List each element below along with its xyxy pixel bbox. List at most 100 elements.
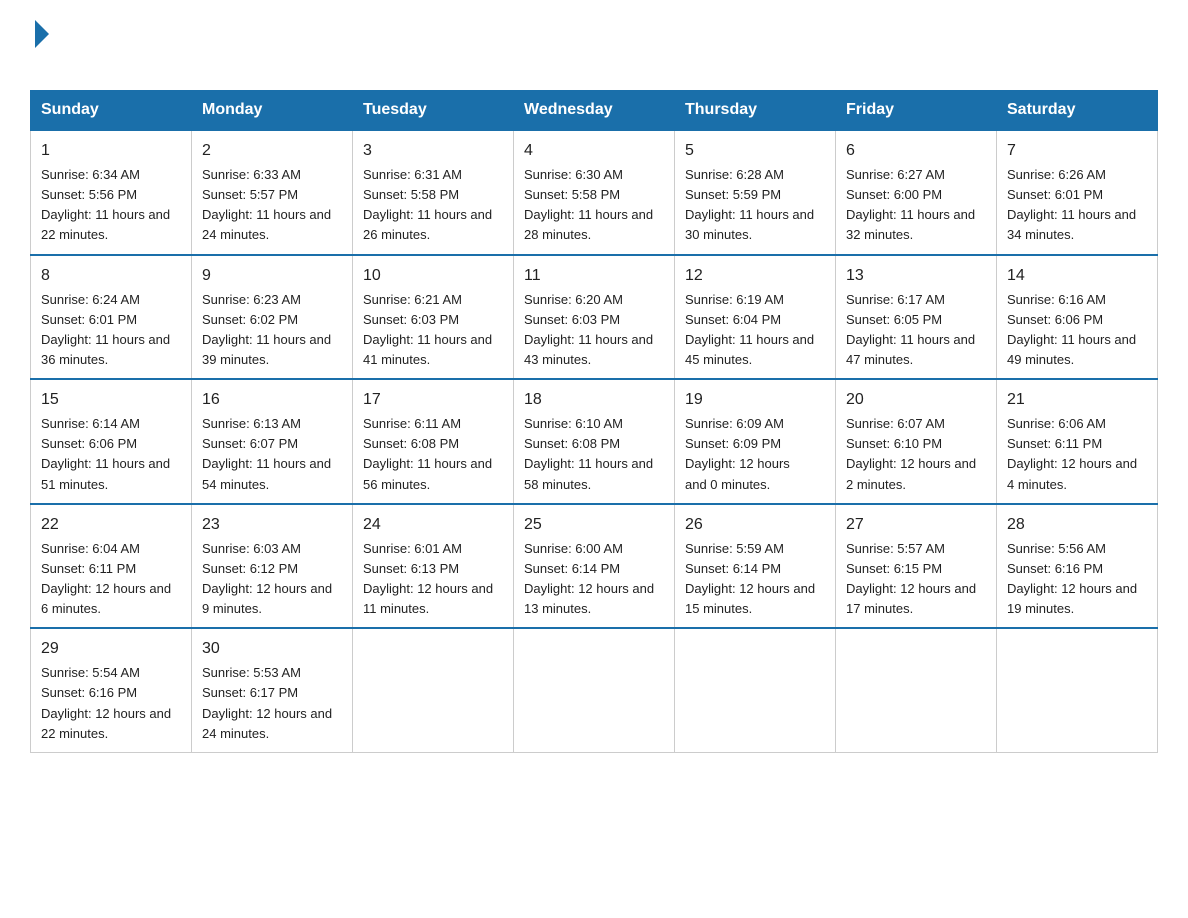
day-number: 28: [1007, 513, 1147, 537]
day-info: Sunrise: 5:59 AMSunset: 6:14 PMDaylight:…: [685, 539, 825, 620]
day-number: 17: [363, 388, 503, 412]
calendar-cell: [836, 628, 997, 752]
day-of-week-header: Wednesday: [514, 91, 675, 131]
week-row: 29Sunrise: 5:54 AMSunset: 6:16 PMDayligh…: [31, 628, 1158, 752]
calendar-cell: 2Sunrise: 6:33 AMSunset: 5:57 PMDaylight…: [192, 130, 353, 255]
day-info: Sunrise: 6:10 AMSunset: 6:08 PMDaylight:…: [524, 414, 664, 495]
calendar-cell: 25Sunrise: 6:00 AMSunset: 6:14 PMDayligh…: [514, 504, 675, 629]
day-of-week-header: Sunday: [31, 91, 192, 131]
day-info: Sunrise: 5:57 AMSunset: 6:15 PMDaylight:…: [846, 539, 986, 620]
day-info: Sunrise: 6:26 AMSunset: 6:01 PMDaylight:…: [1007, 165, 1147, 246]
week-row: 15Sunrise: 6:14 AMSunset: 6:06 PMDayligh…: [31, 379, 1158, 504]
day-info: Sunrise: 5:53 AMSunset: 6:17 PMDaylight:…: [202, 663, 342, 744]
day-number: 15: [41, 388, 181, 412]
day-info: Sunrise: 6:33 AMSunset: 5:57 PMDaylight:…: [202, 165, 342, 246]
logo-arrow-icon: [35, 20, 49, 48]
calendar-cell: 15Sunrise: 6:14 AMSunset: 6:06 PMDayligh…: [31, 379, 192, 504]
day-info: Sunrise: 6:24 AMSunset: 6:01 PMDaylight:…: [41, 290, 181, 371]
calendar-cell: 19Sunrise: 6:09 AMSunset: 6:09 PMDayligh…: [675, 379, 836, 504]
day-number: 20: [846, 388, 986, 412]
day-info: Sunrise: 6:16 AMSunset: 6:06 PMDaylight:…: [1007, 290, 1147, 371]
day-number: 18: [524, 388, 664, 412]
calendar-cell: 6Sunrise: 6:27 AMSunset: 6:00 PMDaylight…: [836, 130, 997, 255]
day-of-week-header: Saturday: [997, 91, 1158, 131]
week-row: 22Sunrise: 6:04 AMSunset: 6:11 PMDayligh…: [31, 504, 1158, 629]
page-header: [30, 20, 1158, 80]
week-row: 1Sunrise: 6:34 AMSunset: 5:56 PMDaylight…: [31, 130, 1158, 255]
calendar-cell: 18Sunrise: 6:10 AMSunset: 6:08 PMDayligh…: [514, 379, 675, 504]
calendar-cell: 30Sunrise: 5:53 AMSunset: 6:17 PMDayligh…: [192, 628, 353, 752]
calendar-cell: 13Sunrise: 6:17 AMSunset: 6:05 PMDayligh…: [836, 255, 997, 380]
day-info: Sunrise: 6:31 AMSunset: 5:58 PMDaylight:…: [363, 165, 503, 246]
day-number: 3: [363, 139, 503, 163]
day-info: Sunrise: 6:19 AMSunset: 6:04 PMDaylight:…: [685, 290, 825, 371]
day-info: Sunrise: 6:17 AMSunset: 6:05 PMDaylight:…: [846, 290, 986, 371]
calendar-cell: 27Sunrise: 5:57 AMSunset: 6:15 PMDayligh…: [836, 504, 997, 629]
day-number: 9: [202, 264, 342, 288]
day-info: Sunrise: 6:09 AMSunset: 6:09 PMDaylight:…: [685, 414, 825, 495]
day-number: 2: [202, 139, 342, 163]
day-info: Sunrise: 6:30 AMSunset: 5:58 PMDaylight:…: [524, 165, 664, 246]
calendar-cell: 4Sunrise: 6:30 AMSunset: 5:58 PMDaylight…: [514, 130, 675, 255]
logo: [30, 20, 49, 80]
day-number: 1: [41, 139, 181, 163]
day-number: 10: [363, 264, 503, 288]
calendar-cell: 17Sunrise: 6:11 AMSunset: 6:08 PMDayligh…: [353, 379, 514, 504]
day-info: Sunrise: 6:03 AMSunset: 6:12 PMDaylight:…: [202, 539, 342, 620]
day-number: 5: [685, 139, 825, 163]
day-number: 4: [524, 139, 664, 163]
calendar-cell: 16Sunrise: 6:13 AMSunset: 6:07 PMDayligh…: [192, 379, 353, 504]
day-number: 16: [202, 388, 342, 412]
day-info: Sunrise: 6:07 AMSunset: 6:10 PMDaylight:…: [846, 414, 986, 495]
calendar-cell: 5Sunrise: 6:28 AMSunset: 5:59 PMDaylight…: [675, 130, 836, 255]
day-info: Sunrise: 6:34 AMSunset: 5:56 PMDaylight:…: [41, 165, 181, 246]
day-info: Sunrise: 6:00 AMSunset: 6:14 PMDaylight:…: [524, 539, 664, 620]
day-of-week-header: Thursday: [675, 91, 836, 131]
calendar-cell: 22Sunrise: 6:04 AMSunset: 6:11 PMDayligh…: [31, 504, 192, 629]
day-number: 7: [1007, 139, 1147, 163]
calendar-cell: [353, 628, 514, 752]
calendar-cell: [675, 628, 836, 752]
day-info: Sunrise: 6:28 AMSunset: 5:59 PMDaylight:…: [685, 165, 825, 246]
calendar-cell: 3Sunrise: 6:31 AMSunset: 5:58 PMDaylight…: [353, 130, 514, 255]
calendar-cell: 23Sunrise: 6:03 AMSunset: 6:12 PMDayligh…: [192, 504, 353, 629]
day-number: 8: [41, 264, 181, 288]
day-of-week-header: Friday: [836, 91, 997, 131]
calendar-cell: 12Sunrise: 6:19 AMSunset: 6:04 PMDayligh…: [675, 255, 836, 380]
calendar-cell: 26Sunrise: 5:59 AMSunset: 6:14 PMDayligh…: [675, 504, 836, 629]
calendar-cell: 29Sunrise: 5:54 AMSunset: 6:16 PMDayligh…: [31, 628, 192, 752]
calendar-cell: 20Sunrise: 6:07 AMSunset: 6:10 PMDayligh…: [836, 379, 997, 504]
day-info: Sunrise: 6:23 AMSunset: 6:02 PMDaylight:…: [202, 290, 342, 371]
day-number: 29: [41, 637, 181, 661]
day-number: 24: [363, 513, 503, 537]
day-info: Sunrise: 5:56 AMSunset: 6:16 PMDaylight:…: [1007, 539, 1147, 620]
calendar-cell: 8Sunrise: 6:24 AMSunset: 6:01 PMDaylight…: [31, 255, 192, 380]
calendar-cell: 10Sunrise: 6:21 AMSunset: 6:03 PMDayligh…: [353, 255, 514, 380]
day-info: Sunrise: 6:27 AMSunset: 6:00 PMDaylight:…: [846, 165, 986, 246]
day-info: Sunrise: 6:11 AMSunset: 6:08 PMDaylight:…: [363, 414, 503, 495]
day-of-week-header: Monday: [192, 91, 353, 131]
calendar-cell: 9Sunrise: 6:23 AMSunset: 6:02 PMDaylight…: [192, 255, 353, 380]
day-number: 21: [1007, 388, 1147, 412]
calendar-cell: [514, 628, 675, 752]
calendar-table: SundayMondayTuesdayWednesdayThursdayFrid…: [30, 90, 1158, 753]
days-of-week-row: SundayMondayTuesdayWednesdayThursdayFrid…: [31, 91, 1158, 131]
day-number: 23: [202, 513, 342, 537]
day-info: Sunrise: 6:06 AMSunset: 6:11 PMDaylight:…: [1007, 414, 1147, 495]
calendar-cell: 28Sunrise: 5:56 AMSunset: 6:16 PMDayligh…: [997, 504, 1158, 629]
day-number: 26: [685, 513, 825, 537]
day-info: Sunrise: 6:01 AMSunset: 6:13 PMDaylight:…: [363, 539, 503, 620]
calendar-cell: 24Sunrise: 6:01 AMSunset: 6:13 PMDayligh…: [353, 504, 514, 629]
day-number: 13: [846, 264, 986, 288]
day-info: Sunrise: 6:20 AMSunset: 6:03 PMDaylight:…: [524, 290, 664, 371]
day-info: Sunrise: 6:04 AMSunset: 6:11 PMDaylight:…: [41, 539, 181, 620]
day-number: 25: [524, 513, 664, 537]
day-number: 14: [1007, 264, 1147, 288]
week-row: 8Sunrise: 6:24 AMSunset: 6:01 PMDaylight…: [31, 255, 1158, 380]
day-of-week-header: Tuesday: [353, 91, 514, 131]
calendar-cell: 14Sunrise: 6:16 AMSunset: 6:06 PMDayligh…: [997, 255, 1158, 380]
calendar-cell: 7Sunrise: 6:26 AMSunset: 6:01 PMDaylight…: [997, 130, 1158, 255]
day-number: 22: [41, 513, 181, 537]
calendar-cell: 1Sunrise: 6:34 AMSunset: 5:56 PMDaylight…: [31, 130, 192, 255]
calendar-cell: 21Sunrise: 6:06 AMSunset: 6:11 PMDayligh…: [997, 379, 1158, 504]
